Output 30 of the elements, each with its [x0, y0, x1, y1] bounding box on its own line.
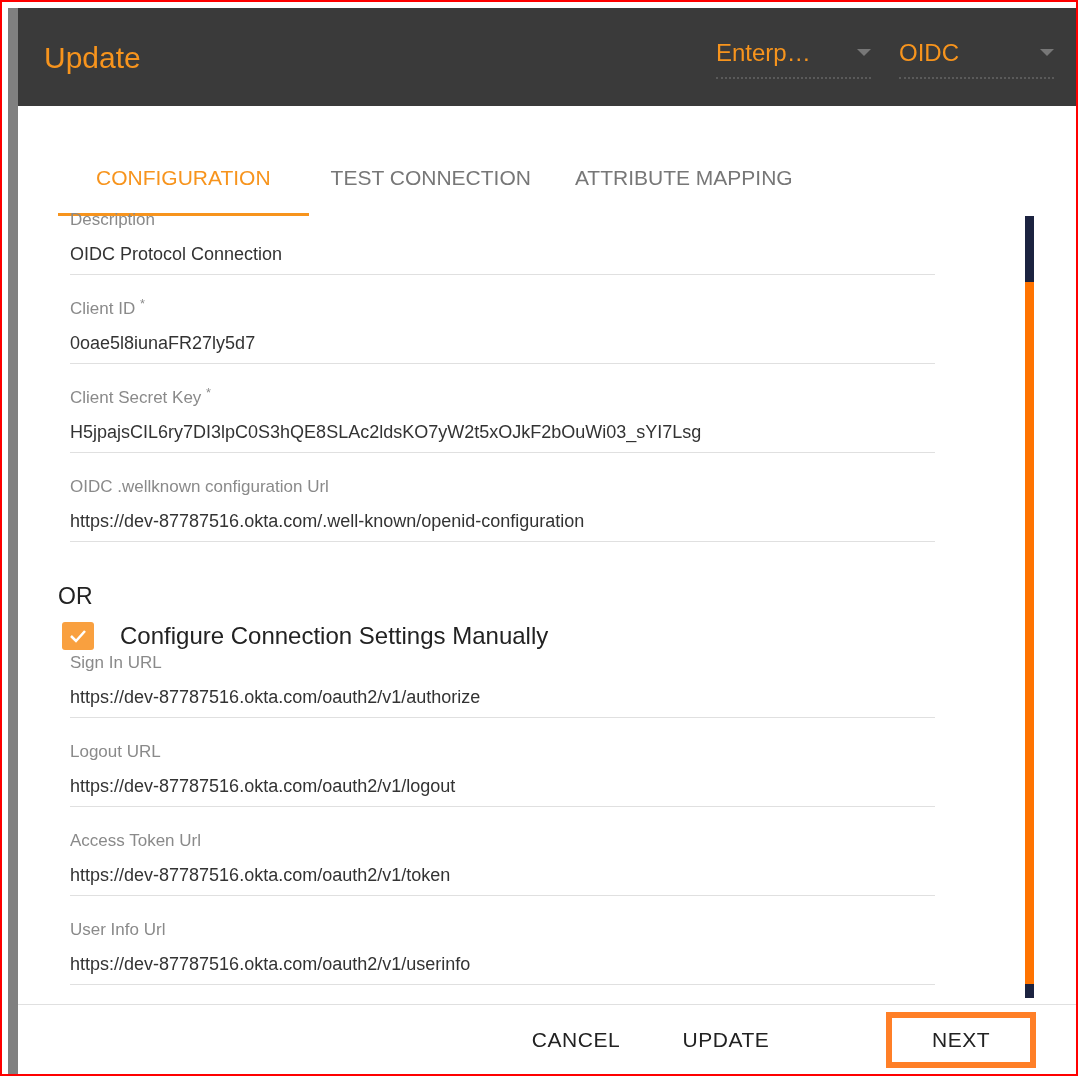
field-label: Sign In URL	[70, 652, 163, 674]
field-label: OIDC .wellknown configuration Url	[70, 476, 330, 498]
field-label: User Info Url	[70, 919, 167, 941]
field-label: Client Secret Key $^{*}$	[70, 386, 213, 409]
checkbox-label: Configure Connection Settings Manually	[120, 622, 549, 650]
input-field[interactable]: https://dev-87787516.okta.com/.well-known/openid-configuration	[70, 509, 935, 533]
dropdown[interactable]: Enterp…	[716, 35, 871, 79]
dialog-button[interactable]: CANCEL	[506, 1011, 646, 1068]
tab[interactable]: TEST CONNECTION	[308, 142, 553, 216]
input-field[interactable]: OIDC Protocol Connection	[70, 242, 935, 266]
field-label: Access Token Url	[70, 830, 202, 852]
checkbox[interactable]	[62, 622, 94, 650]
dropdown[interactable]: OIDC	[899, 35, 1054, 79]
separator-text: OR	[58, 582, 94, 610]
field-label: Logout URL	[70, 741, 162, 763]
input-field[interactable]: https://dev-87787516.okta.com/oauth2/v1/authorize	[70, 685, 935, 709]
dialog-button[interactable]: UPDATE	[656, 1011, 796, 1068]
dialog-button[interactable]: NEXT	[886, 1011, 1036, 1068]
input-field[interactable]: https://dev-87787516.okta.com/oauth2/v1/logout	[70, 774, 935, 798]
caret-icon	[1040, 49, 1054, 57]
tab[interactable]: ATTRIBUTE MAPPING	[552, 142, 815, 216]
checkmark-icon	[69, 629, 87, 643]
caret-icon	[857, 49, 871, 57]
input-field[interactable]: https://dev-87787516.okta.com/oauth2/v1/token	[70, 863, 935, 887]
dialog-title: Update	[44, 39, 142, 76]
field-label: Client ID $^{*}$	[70, 297, 146, 320]
scrollbar[interactable]	[1025, 216, 1034, 998]
input-field[interactable]: https://dev-87787516.okta.com/oauth2/v1/userinfo	[70, 952, 935, 976]
input-field[interactable]: 0oae5l8iunaFR27ly5d7	[70, 331, 935, 355]
input-field[interactable]: H5jpajsCIL6ry7DI3lpC0S3hQE8SLAc2ldsKO7yW2t5xOJkF2bOuWi03_sYI7Lsg	[70, 420, 935, 444]
